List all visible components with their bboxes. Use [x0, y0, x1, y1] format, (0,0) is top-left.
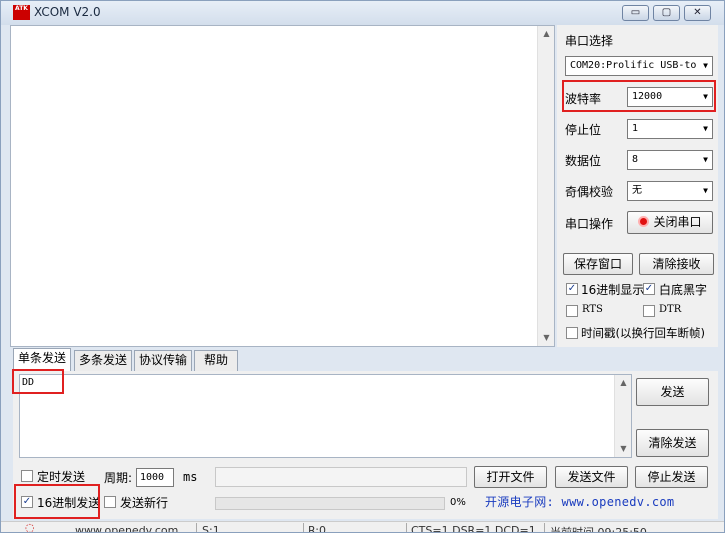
chevron-down-icon: ▼	[703, 124, 708, 133]
send-button[interactable]: 发送	[636, 378, 709, 406]
status-separator	[303, 523, 304, 532]
scroll-down-icon[interactable]: ▼	[538, 330, 555, 346]
rts-label: RTS	[582, 304, 603, 315]
send-file-button[interactable]: 发送文件	[555, 466, 628, 488]
stopbit-label: 停止位	[565, 123, 602, 137]
stopbit-value: 1	[632, 123, 639, 134]
period-unit: ms	[183, 470, 198, 484]
close-port-button[interactable]: 关闭串口	[627, 211, 713, 234]
parity-label: 奇偶校验	[565, 185, 614, 199]
status-bar: ◌ www.openedv.com S:1 R:0 CTS=1 DSR=1 DC…	[1, 521, 724, 533]
white-bg-label: 白底黑字	[659, 283, 708, 297]
status-gear-icon: ◌	[25, 521, 35, 533]
timed-send-label: 定时发送	[37, 470, 86, 484]
clear-send-button[interactable]: 清除发送	[636, 429, 709, 457]
period-input[interactable]: 1000	[136, 468, 174, 487]
rts-checkbox[interactable]	[566, 305, 578, 317]
tab-single-send[interactable]: 单条发送	[13, 348, 71, 371]
app-logo-icon: ATK	[13, 5, 30, 20]
status-sent: S:1	[202, 524, 220, 533]
stop-send-button[interactable]: 停止发送	[635, 466, 708, 488]
save-window-button[interactable]: 保存窗口	[563, 253, 633, 275]
send-newline-label: 发送新行	[120, 496, 169, 510]
send-text-area[interactable]: ▲ ▼	[19, 374, 632, 458]
port-select[interactable]: COM20:Prolific USB-to ▼	[565, 56, 713, 76]
receive-text-area[interactable]: ▲ ▼	[10, 25, 555, 347]
status-separator	[544, 523, 545, 532]
databit-select[interactable]: 8 ▼	[627, 150, 713, 170]
maximize-button[interactable]: ▢	[653, 5, 680, 21]
stopbit-select[interactable]: 1 ▼	[627, 119, 713, 139]
status-lines: CTS=1 DSR=1 DCD=1	[411, 524, 536, 533]
port-value: COM20:Prolific USB-to	[570, 60, 697, 71]
send-progress-bar	[215, 497, 445, 510]
period-label: 周期:	[104, 471, 133, 485]
tab-help[interactable]: 帮助	[194, 350, 238, 371]
send-scrollbar[interactable]: ▲ ▼	[614, 375, 631, 457]
parity-select[interactable]: 无 ▼	[627, 181, 713, 201]
close-button[interactable]: ✕	[684, 5, 711, 21]
open-file-button[interactable]: 打开文件	[474, 466, 547, 488]
timestamp-checkbox[interactable]	[566, 327, 578, 339]
status-site[interactable]: www.openedv.com	[75, 524, 178, 532]
serial-settings-panel: 串口选择 COM20:Prolific USB-to ▼ 波特率 12000 ▼…	[557, 25, 718, 347]
title-bar[interactable]: ATK XCOM V2.0 ▭ ▢ ✕	[1, 1, 724, 25]
chevron-down-icon: ▼	[703, 61, 708, 70]
tab-multi-send[interactable]: 多条发送	[74, 350, 132, 371]
status-time: 当前时间 09:25:50	[550, 526, 647, 533]
dtr-checkbox[interactable]	[643, 305, 655, 317]
window-title: XCOM V2.0	[34, 5, 101, 19]
operation-label: 串口操作	[565, 217, 614, 231]
parity-value: 无	[632, 185, 642, 196]
dtr-label: DTR	[659, 304, 682, 315]
hex-display-label: 16进制显示	[581, 283, 645, 297]
baud-highlight	[562, 80, 716, 112]
hex-send-highlight	[14, 484, 100, 519]
tab-protocol[interactable]: 协议传输	[134, 350, 192, 371]
scroll-up-icon[interactable]: ▲	[615, 375, 632, 391]
timestamp-label: 时间戳(以换行回车断帧)	[581, 326, 705, 340]
status-received: R:0	[308, 524, 327, 533]
port-status-icon	[638, 216, 650, 227]
status-separator	[196, 523, 197, 532]
white-bg-checkbox[interactable]: ✓	[643, 283, 655, 295]
clear-receive-button[interactable]: 清除接收	[639, 253, 714, 275]
scroll-down-icon[interactable]: ▼	[615, 441, 632, 457]
chevron-down-icon: ▼	[703, 186, 708, 195]
openedv-link[interactable]: 开源电子网: www.openedv.com	[485, 493, 674, 510]
minimize-button[interactable]: ▭	[622, 5, 649, 21]
chevron-down-icon: ▼	[703, 155, 708, 164]
hex-display-checkbox[interactable]: ✓	[566, 283, 578, 295]
databit-label: 数据位	[565, 154, 602, 168]
status-separator	[406, 523, 407, 532]
scroll-up-icon[interactable]: ▲	[538, 26, 555, 42]
receive-scrollbar[interactable]: ▲ ▼	[537, 26, 554, 346]
file-path-field[interactable]	[215, 467, 467, 487]
databit-value: 8	[632, 154, 639, 165]
port-label: 串口选择	[565, 34, 614, 48]
progress-text: 0%	[450, 497, 466, 508]
send-newline-checkbox[interactable]	[104, 496, 116, 508]
send-text-highlight	[12, 369, 64, 394]
main-window: ATK XCOM V2.0 ▭ ▢ ✕ ▲ ▼ 串口选择 COM20:Proli…	[0, 0, 725, 533]
close-port-label: 关闭串口	[653, 215, 702, 229]
timed-send-checkbox[interactable]	[21, 470, 33, 482]
